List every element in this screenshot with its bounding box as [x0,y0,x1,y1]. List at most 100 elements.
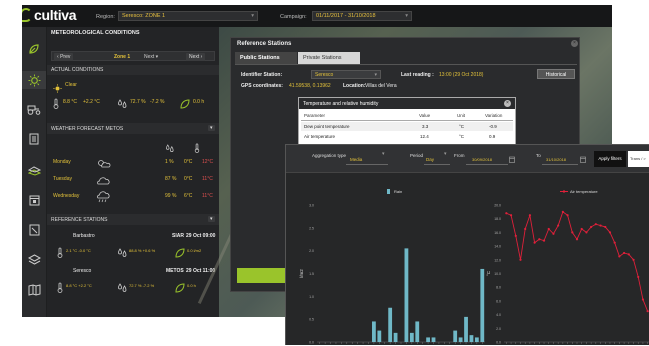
notebook-icon[interactable] [25,221,43,239]
cell-parameter: Dew point temperature [304,124,350,129]
forecast-day: Tuesday [53,176,72,182]
data-point [566,214,569,217]
close-icon[interactable]: × [504,100,511,107]
calendar-icon[interactable] [25,191,43,209]
y-tick-label: 6.0 [496,299,501,303]
data-point [622,251,626,255]
rain-cloud-icon [95,190,111,208]
data-point [594,223,597,226]
bar [404,248,409,342]
next-select[interactable]: Next ▾ [144,54,158,60]
prev-button[interactable]: ‹ Prev [54,53,74,61]
identifier-value: Seresco [315,72,334,78]
forecast-max: 11°C [202,176,213,182]
location-value: Villas del Vera [365,83,397,89]
aggregation-select[interactable]: Media ▾ [346,151,388,165]
cell-unit: °C [459,124,465,129]
tab-private-stations[interactable]: Private Stations [298,52,360,64]
sun-icon[interactable] [22,71,46,89]
data-point [557,224,560,227]
next-select-value: Next [144,54,155,60]
map-book-icon[interactable] [25,281,43,299]
chevron-down-icon: ▾ [251,13,254,19]
station-card[interactable]: Barbastro SIAR 29 Oct 09:00 2.1 °C -0.0 … [47,230,219,262]
data-point [590,225,593,229]
data-point [608,231,612,234]
leaf-icon [175,245,185,263]
series-line [506,211,649,312]
forecast-max: 12°C [202,159,214,165]
data-point [542,239,546,242]
data-point [528,214,532,217]
station-humidity: 72.7 % -7.2 % [129,283,155,288]
identifier-label: Identifier Station: [241,72,283,78]
humidity-icon [117,96,128,114]
data-point [514,234,517,237]
bar [377,330,382,342]
tractor-icon[interactable] [25,100,43,118]
calendar-icon[interactable] [509,150,515,168]
humidity-delta: -7.2 % [150,99,165,105]
from-date-input[interactable]: 30/09/2018 [466,151,508,165]
zone-nav: ‹ Prev Zone 1 Next ▾ Next › [51,51,215,61]
stack-icon[interactable] [25,251,43,269]
station-temperature: 2.1 °C -0.0 °C [66,248,91,253]
y-tick-label: 0.0 [309,341,314,345]
layers-icon[interactable] [25,161,43,179]
forecast-day: Wednesday [53,193,80,199]
data-point [509,214,513,217]
historical-button[interactable]: Historical [537,69,575,79]
gps-value: 41.59538, 0.13962 [289,83,331,89]
to-date-input[interactable]: 31/10/2018 [542,151,578,165]
forecast-min: 0°C [184,159,193,165]
y-axis-label: °C [486,270,491,276]
legend-swatch [387,189,390,194]
chevron-down-icon: ▾ [382,151,385,157]
period-select[interactable]: Day ▾ [424,151,450,165]
cell-value: 12.4 [420,134,429,139]
data-point [604,225,607,229]
document-icon[interactable] [25,130,43,148]
period-label: Period [410,153,424,158]
region-value: Seresco: ZONE 1 [122,13,166,19]
station-card[interactable]: Seresco METOS 29 Oct 11:00 8.8 °C +2.2 °… [47,265,219,297]
collapse-forecast-button[interactable]: ▾ [208,125,215,131]
meteorological-panel: METEOROLOGICAL CONDITIONS ‹ Prev Zone 1 … [47,27,219,317]
leaf-icon [180,96,190,114]
close-icon[interactable]: × [571,40,578,47]
next-button[interactable]: Next › [186,53,206,61]
bar [431,337,436,342]
station-humidity: 88.8 % +0.6 % [129,248,156,253]
station-rain: 0.0 l/m2 [187,248,202,253]
leaf-icon[interactable] [25,40,43,58]
bar [388,307,393,342]
forecast-title: WEATHER FORECAST METOS [47,123,219,134]
y-tick-label: 8.0 [496,286,501,290]
prev-label: Prev [60,54,71,60]
tab-public-stations[interactable]: Public Stations [235,52,297,64]
identifier-select[interactable]: Seresco ▾ [311,70,381,79]
region-select[interactable]: Seresco: ZONE 1 ▾ [118,11,258,21]
last-reading-value: 13:00 (29 Oct 2018) [439,72,484,78]
data-point [627,253,630,256]
collapse-stations-button[interactable]: ▾ [208,216,215,222]
y-tick-label: 10.0 [494,272,501,276]
export-select[interactable]: Trans / > [628,151,649,167]
chevron-down-icon: ▾ [374,72,377,78]
leaf-logo-icon [22,8,32,22]
data-point [580,227,583,231]
y-tick-label: 14.0 [494,245,501,249]
y-tick-label: 16.0 [494,231,501,235]
humidity-value: 72.7 % [130,99,146,105]
calendar-icon[interactable] [580,150,586,168]
apply-filters-button[interactable]: Apply filters [594,151,626,167]
brand-logo: cultiva [34,7,77,23]
y-tick-label: 1.5 [309,272,314,276]
campaign-label: Campaign: [280,14,307,20]
forecast-min: 6°C [184,193,193,199]
aggregation-label: Aggregation type [312,153,347,158]
forecast-humidity: 87 % [165,176,177,182]
station-source: SIAR [172,233,184,239]
temperature-value: 8.8 °C [63,99,77,105]
campaign-select[interactable]: 01/11/2017 - 31/10/2018 ▾ [312,11,412,21]
